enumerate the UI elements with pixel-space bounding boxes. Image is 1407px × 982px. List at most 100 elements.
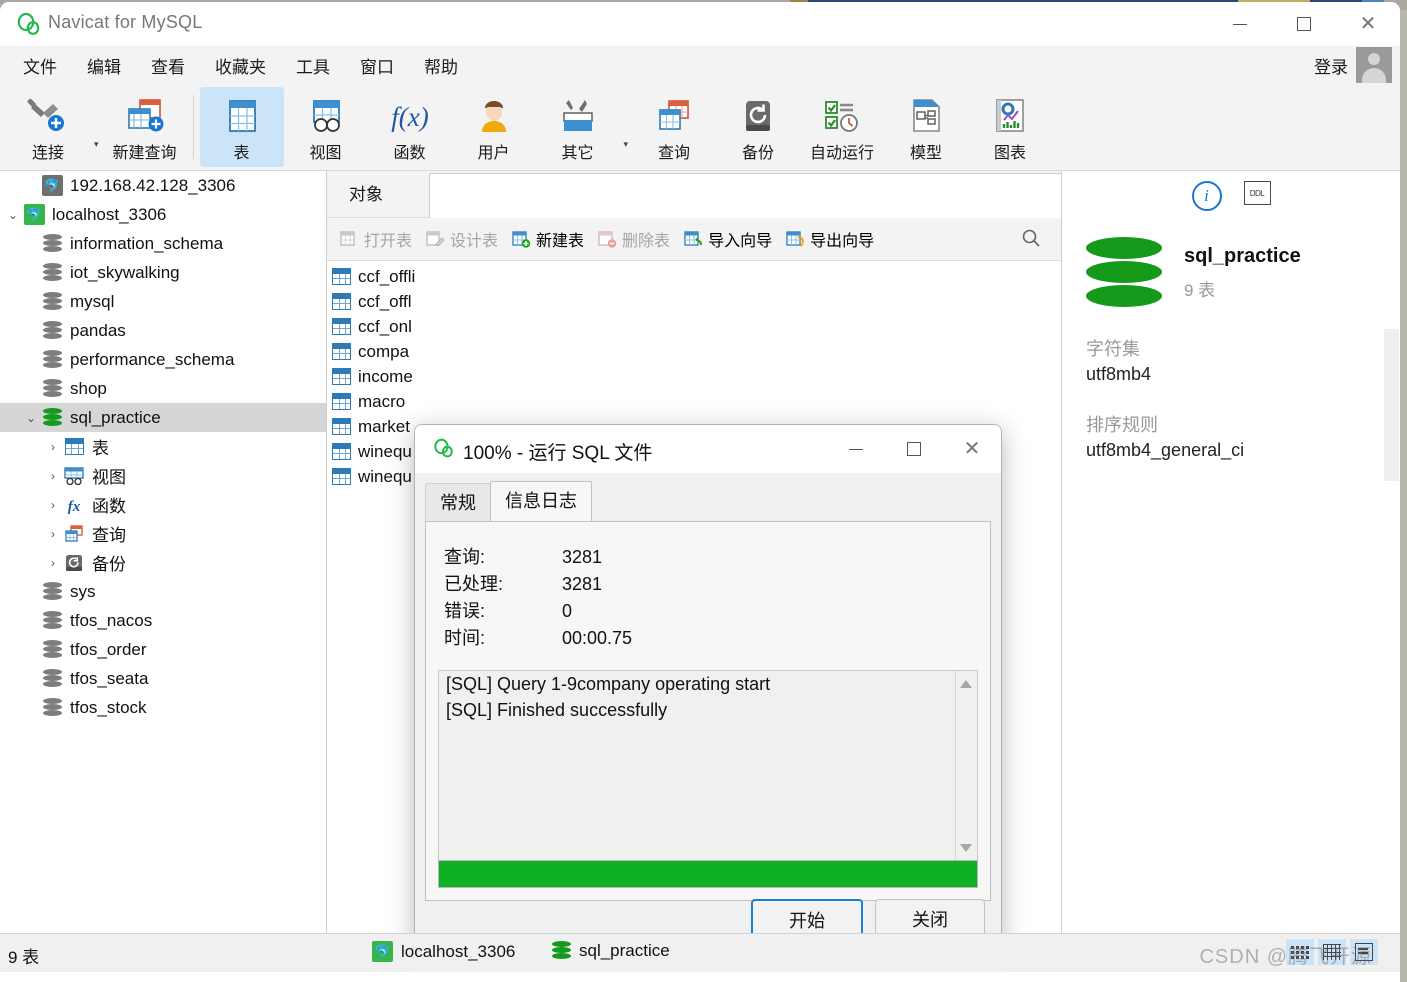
sidebar-item-localhost-3306[interactable]: ⌄ 🐬 localhost_3306 bbox=[0, 200, 326, 229]
list-item[interactable]: macro bbox=[327, 389, 1061, 414]
chevron-right-icon[interactable]: › bbox=[44, 556, 62, 570]
import-wizard-button[interactable]: 导入向导 bbox=[679, 224, 777, 254]
log-scrollbar[interactable] bbox=[955, 671, 977, 861]
sidebar-item-tfos-nacos[interactable]: tfos_nacos bbox=[0, 606, 326, 635]
sidebar-item-label: localhost_3306 bbox=[52, 204, 167, 224]
menu-item-window[interactable]: 窗口 bbox=[345, 49, 409, 82]
database-icon bbox=[40, 320, 64, 341]
sidebar-item-tfos-stock[interactable]: tfos_stock bbox=[0, 693, 326, 722]
search-icon[interactable] bbox=[1021, 228, 1041, 253]
export-wizard-icon bbox=[786, 230, 805, 248]
action-label: 导入向导 bbox=[708, 233, 773, 250]
avatar[interactable] bbox=[1356, 47, 1392, 83]
chevron-right-icon[interactable]: › bbox=[44, 527, 62, 541]
tab-general[interactable]: 常规 bbox=[425, 483, 491, 521]
design-table-button[interactable]: 设计表 bbox=[421, 224, 503, 254]
connection-dropdown-caret-icon[interactable]: ▾ bbox=[90, 139, 103, 150]
chevron-right-icon[interactable]: › bbox=[44, 498, 62, 512]
form-view-button[interactable] bbox=[1350, 939, 1378, 965]
toolbar-model-button[interactable]: 模型 bbox=[884, 87, 968, 167]
toolbar-other-button[interactable]: 其它 bbox=[536, 87, 620, 167]
menu-item-help[interactable]: 帮助 bbox=[409, 49, 473, 82]
table-icon bbox=[62, 438, 86, 455]
toolbar-table-button[interactable]: 表 bbox=[199, 87, 284, 167]
list-item[interactable]: ccf_offli bbox=[327, 264, 1061, 289]
sidebar-item-backups-folder[interactable]: › 备份 bbox=[0, 548, 326, 577]
sidebar-item-mysql[interactable]: mysql bbox=[0, 287, 326, 316]
minimize-icon bbox=[849, 448, 863, 450]
sidebar-item-functions-folder[interactable]: › fx 函数 bbox=[0, 490, 326, 519]
delete-table-button[interactable]: 删除表 bbox=[593, 224, 675, 254]
sidebar-item-shop[interactable]: shop bbox=[0, 374, 326, 403]
open-table-button[interactable]: 打开表 bbox=[335, 224, 417, 254]
dialog-minimize-button[interactable] bbox=[827, 425, 885, 473]
toolbar-connection-button[interactable]: 连接 bbox=[6, 87, 90, 167]
chevron-right-icon[interactable]: › bbox=[44, 469, 62, 483]
sidebar-item-performance-schema[interactable]: performance_schema bbox=[0, 345, 326, 374]
sidebar-item-label: shop bbox=[70, 378, 107, 398]
toolbar-function-button[interactable]: f(x) 函数 bbox=[368, 87, 452, 167]
sidebar-item-queries-folder[interactable]: › 查询 bbox=[0, 519, 326, 548]
close-button[interactable]: ✕ bbox=[1336, 2, 1400, 46]
toolbar-separator bbox=[192, 95, 194, 159]
info-icon[interactable]: i bbox=[1191, 181, 1222, 211]
toolbar-query-button[interactable]: 查询 bbox=[632, 87, 716, 167]
stat-value: 00:00.75 bbox=[562, 628, 633, 648]
sidebar-item-tfos-order[interactable]: tfos_order bbox=[0, 635, 326, 664]
stat-queries: 查询: 3281 bbox=[444, 544, 990, 571]
tab-objects[interactable]: 对象 bbox=[349, 180, 383, 205]
sidebar-item-label: pandas bbox=[70, 320, 126, 340]
toolbar-automation-button[interactable]: 自动运行 bbox=[800, 87, 884, 167]
info-panel-scrollbar[interactable] bbox=[1384, 329, 1399, 481]
list-item[interactable]: ccf_offl bbox=[327, 289, 1061, 314]
sidebar-item-tables-folder[interactable]: › 表 bbox=[0, 432, 326, 461]
menu-item-tools[interactable]: 工具 bbox=[281, 49, 345, 82]
chevron-down-icon[interactable]: ⌄ bbox=[4, 208, 22, 222]
dialog-tabs: 常规 信息日志 bbox=[425, 481, 1001, 521]
toolbar-user-button[interactable]: 用户 bbox=[452, 87, 536, 167]
sidebar-item-pandas[interactable]: pandas bbox=[0, 316, 326, 345]
minimize-button[interactable] bbox=[1208, 2, 1272, 46]
dialog-maximize-button[interactable] bbox=[885, 425, 943, 473]
new-table-button[interactable]: 新建表 bbox=[507, 224, 589, 254]
dialog-body: 常规 信息日志 查询: 3281 已处理: 3281 错误: 0 时间: 00:… bbox=[415, 481, 1001, 942]
sidebar-item-information-schema[interactable]: information_schema bbox=[0, 229, 326, 258]
scroll-down-icon[interactable] bbox=[960, 844, 972, 852]
message-log-box[interactable]: [SQL] Query 1-9company operating start [… bbox=[438, 670, 978, 862]
list-item[interactable]: income bbox=[327, 364, 1061, 389]
export-wizard-button[interactable]: 导出向导 bbox=[781, 224, 879, 254]
grid-view-button[interactable] bbox=[1318, 939, 1346, 965]
list-item[interactable]: ccf_onl bbox=[327, 314, 1061, 339]
chevron-down-icon[interactable]: ⌄ bbox=[22, 411, 40, 425]
chevron-right-icon[interactable]: › bbox=[44, 440, 62, 454]
sidebar-item-tfos-seata[interactable]: tfos_seata bbox=[0, 664, 326, 693]
sidebar-tree[interactable]: › 🐬 192.168.42.128_3306 ⌄ 🐬 localhost_33… bbox=[0, 171, 327, 933]
menu-item-favorites[interactable]: 收藏夹 bbox=[200, 49, 281, 82]
menu-item-edit[interactable]: 编辑 bbox=[72, 49, 136, 82]
toolbar-view-button[interactable]: 视图 bbox=[284, 87, 368, 167]
sidebar-item-sys[interactable]: sys bbox=[0, 577, 326, 606]
menu-item-file[interactable]: 文件 bbox=[8, 49, 72, 82]
dialog-close-button[interactable]: ✕ bbox=[943, 425, 1001, 473]
scroll-up-icon[interactable] bbox=[960, 680, 972, 688]
sidebar-item-192-168-42-128-3306[interactable]: › 🐬 192.168.42.128_3306 bbox=[0, 171, 326, 200]
tab-message-log[interactable]: 信息日志 bbox=[490, 481, 592, 521]
log-line: [SQL] Query 1-9company operating start bbox=[446, 674, 771, 694]
sidebar-item-iot-skywalking[interactable]: iot_skywalking bbox=[0, 258, 326, 287]
list-item[interactable]: compa bbox=[327, 339, 1061, 364]
ddl-icon[interactable]: DDL bbox=[1243, 181, 1271, 205]
sidebar-item-label: information_schema bbox=[70, 233, 224, 253]
toolbar-chart-button[interactable]: 图表 bbox=[968, 87, 1052, 167]
view-icon bbox=[62, 466, 86, 485]
login-link[interactable]: 登录 bbox=[1314, 53, 1348, 78]
toolbar-label: 备份 bbox=[742, 145, 775, 162]
menu-item-view[interactable]: 查看 bbox=[136, 49, 200, 82]
toolbar-new-query-button[interactable]: 新建查询 bbox=[103, 87, 187, 167]
sidebar-item-views-folder[interactable]: › 视图 bbox=[0, 461, 326, 490]
other-dropdown-caret-icon[interactable]: ▾ bbox=[620, 139, 633, 150]
object-search-input[interactable] bbox=[429, 173, 1071, 219]
sidebar-item-sql-practice[interactable]: ⌄ sql_practice bbox=[0, 403, 326, 432]
toolbar-backup-button[interactable]: 备份 bbox=[716, 87, 800, 167]
list-view-button[interactable] bbox=[1286, 939, 1314, 965]
maximize-button[interactable] bbox=[1272, 2, 1336, 46]
